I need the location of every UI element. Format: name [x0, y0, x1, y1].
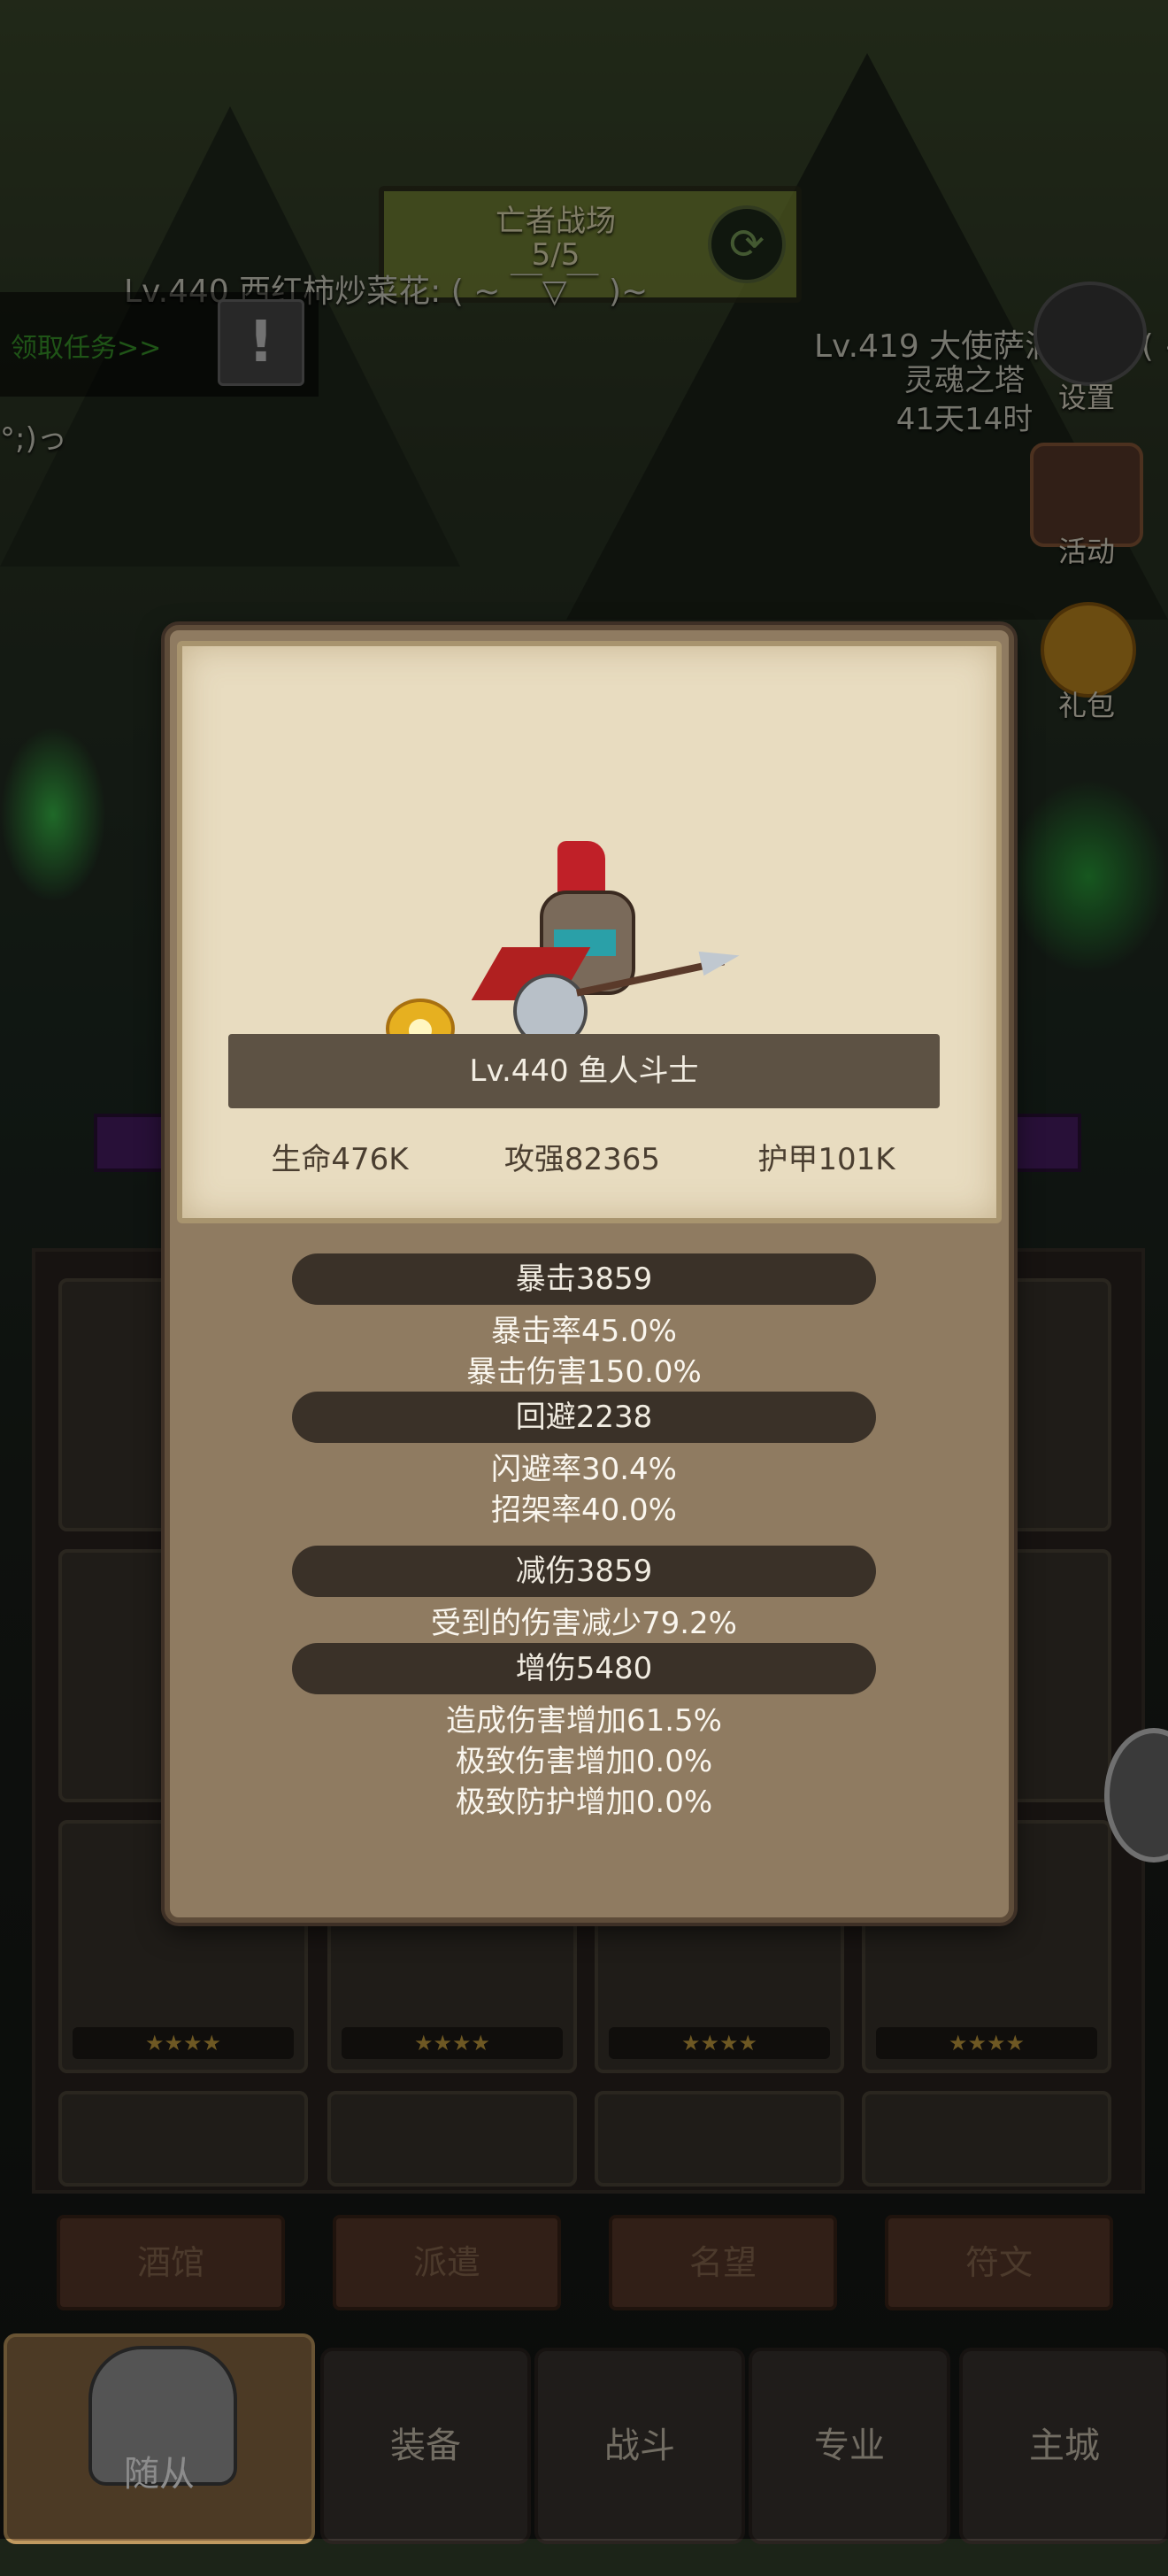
parry-rate: 招架率40.0% — [490, 1492, 677, 1528]
extreme-protection-increase: 极致防护增加0.0% — [455, 1785, 713, 1820]
damage-reduction-header: 减伤3859 — [292, 1546, 876, 1597]
hp-stat: 生命476K — [271, 1142, 409, 1177]
hero-name: Lv.440 鱼人斗士 — [228, 1034, 940, 1108]
crit-rate: 暴击率45.0% — [490, 1314, 677, 1349]
attack-stat: 攻强82365 — [503, 1142, 661, 1177]
avoid-header: 回避2238 — [292, 1392, 876, 1443]
crit-header: 暴击3859 — [292, 1253, 876, 1305]
damage-bonus-header: 增伤5480 — [292, 1643, 876, 1694]
extreme-damage-increase: 极致伤害增加0.0% — [455, 1744, 713, 1779]
hero-sprite — [469, 841, 742, 1048]
damage-taken-reduction: 受到的伤害减少79.2% — [430, 1606, 737, 1641]
armor-stat: 护甲101K — [757, 1142, 895, 1177]
damage-dealt-increase: 造成伤害增加61.5% — [445, 1703, 722, 1739]
dodge-rate: 闪避率30.4% — [490, 1452, 677, 1487]
crit-damage: 暴击伤害150.0% — [466, 1354, 702, 1390]
